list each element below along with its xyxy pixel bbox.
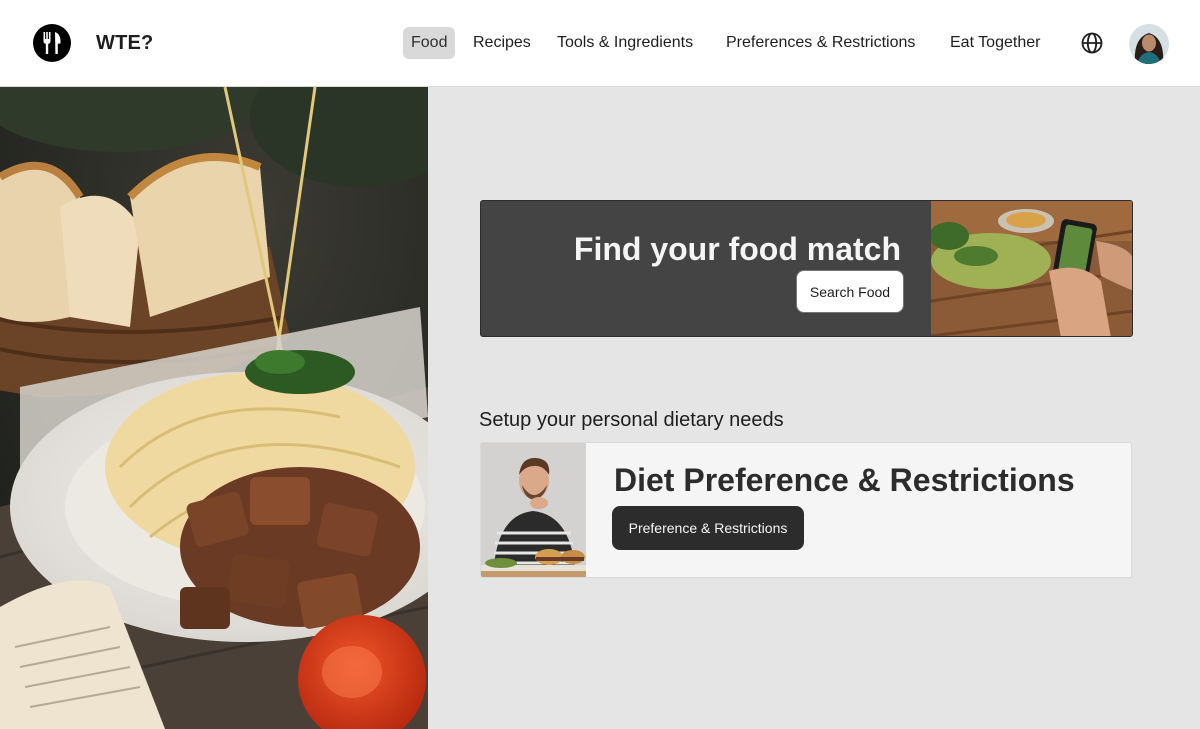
nav-food[interactable]: Food: [403, 27, 456, 59]
nav-eat-together[interactable]: Eat Together: [950, 27, 1040, 59]
man-thinking-photo: [481, 443, 586, 577]
diet-preference-card: Diet Preference & Restrictions Preferenc…: [480, 442, 1132, 578]
nav-tools-ingredients[interactable]: Tools & Ingredients: [557, 27, 693, 59]
top-header: WTE? Food Recipes Tools & Ingredients Pr…: [0, 0, 1200, 87]
globe-icon[interactable]: [1081, 32, 1103, 54]
hero-food-image: [0, 87, 428, 729]
phone-food-photo: [931, 201, 1132, 336]
user-avatar[interactable]: [1129, 24, 1169, 64]
preference-restrictions-button[interactable]: Preference & Restrictions: [612, 506, 804, 550]
nav-recipes[interactable]: Recipes: [473, 27, 531, 59]
setup-section-label: Setup your personal dietary needs: [479, 409, 784, 431]
brand-name[interactable]: WTE?: [96, 32, 153, 55]
search-food-button[interactable]: Search Food: [796, 270, 904, 313]
fork-knife-icon[interactable]: [33, 24, 71, 62]
food-match-card: Find your food match Search Food: [480, 200, 1133, 337]
food-match-title: Find your food match: [573, 231, 901, 267]
diet-card-title: Diet Preference & Restrictions: [614, 462, 1075, 498]
nav-preferences-restrictions[interactable]: Preferences & Restrictions: [726, 27, 915, 59]
